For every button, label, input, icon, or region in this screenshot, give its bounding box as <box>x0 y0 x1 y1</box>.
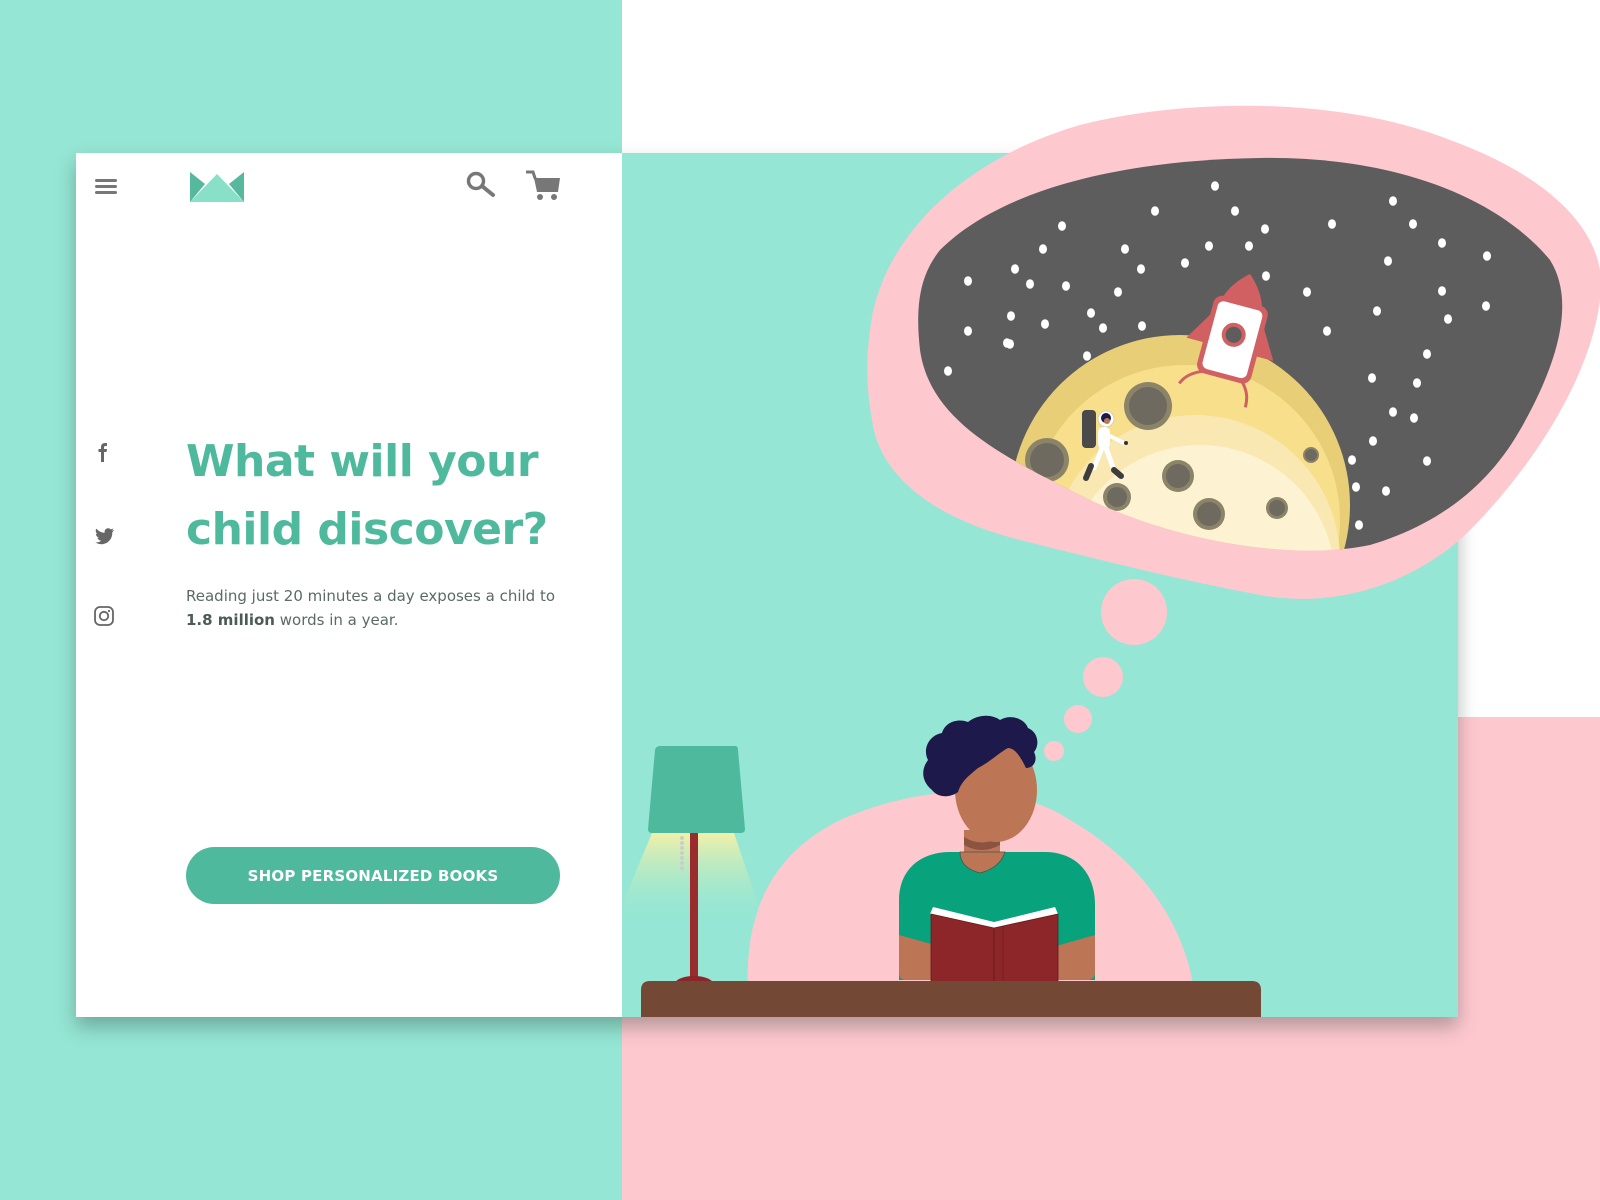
cart-icon[interactable] <box>525 170 562 202</box>
headline-line-1: What will your <box>186 436 539 487</box>
headline-line-2: child discover? <box>186 504 548 555</box>
description-text: Reading just 20 minutes a day exposes a … <box>186 587 556 605</box>
description-highlight: 1.8 million <box>186 611 275 629</box>
facebook-icon[interactable] <box>92 440 116 464</box>
twitter-glyph <box>95 528 114 545</box>
hero-description: Reading just 20 minutes a day exposes a … <box>186 584 566 632</box>
instagram-icon[interactable] <box>92 604 116 628</box>
menu-bar <box>95 191 117 194</box>
hero-illustration-panel <box>622 153 1458 1017</box>
hamburger-menu-icon[interactable] <box>95 179 117 195</box>
menu-bar <box>95 179 117 182</box>
facebook-glyph <box>98 443 107 462</box>
hero-headline: What will your child discover? <box>186 428 586 564</box>
shop-personalized-books-button[interactable]: SHOP PERSONALIZED BOOKS <box>186 847 560 904</box>
menu-bar <box>95 185 117 188</box>
search-glyph <box>466 171 495 197</box>
description-text-end: words in a year. <box>274 611 399 629</box>
instagram-glyph <box>94 606 114 626</box>
cart-glyph <box>525 170 560 200</box>
twitter-icon[interactable] <box>92 524 116 548</box>
crown-logo-icon <box>190 172 244 202</box>
search-icon[interactable] <box>465 171 499 201</box>
crown-logo[interactable] <box>190 172 244 202</box>
